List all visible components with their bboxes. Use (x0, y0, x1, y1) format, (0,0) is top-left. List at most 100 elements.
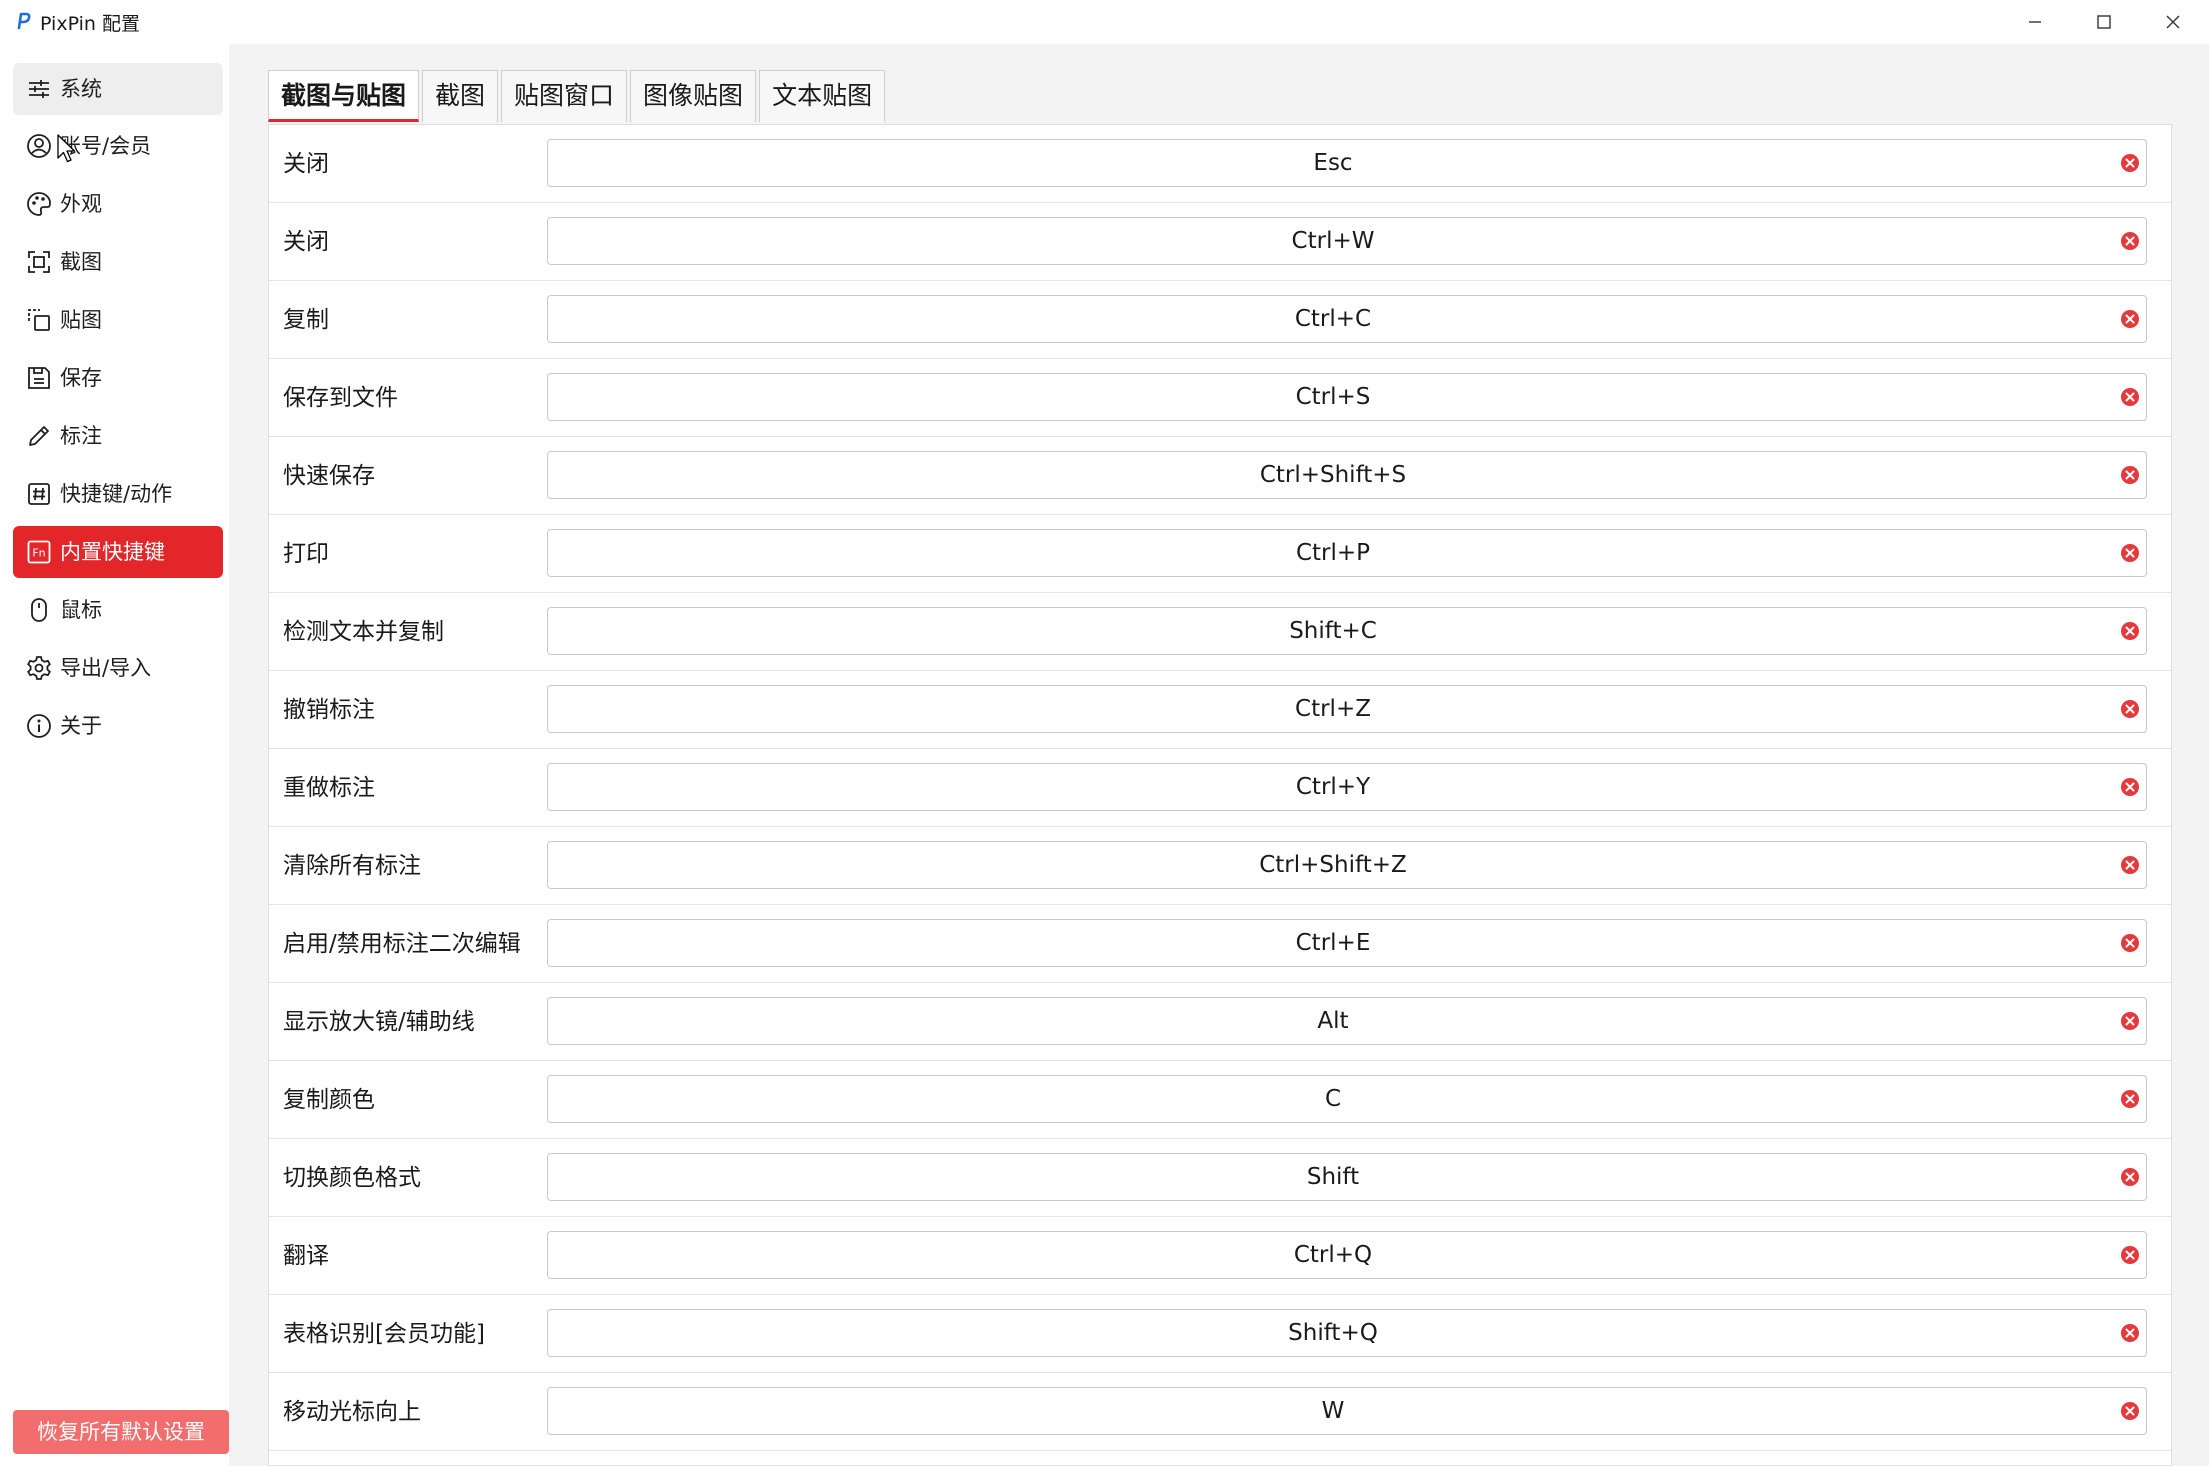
shortcut-label: 清除所有标注 (283, 853, 421, 879)
hotkey-input[interactable]: Shift+C (547, 607, 2147, 655)
clear-hotkey-icon[interactable] (2120, 855, 2140, 875)
shortcut-row: 关闭 Ctrl+W (269, 203, 2171, 281)
sidebar-item-system[interactable]: 系统 (13, 63, 223, 115)
sidebar-item-mouse[interactable]: 鼠标 (13, 584, 223, 636)
clear-hotkey-icon[interactable] (2120, 387, 2140, 407)
sidebar-item-about[interactable]: 关于 (13, 700, 223, 752)
hotkey-input[interactable]: Ctrl+Y (547, 763, 2147, 811)
close-window-button[interactable] (2137, 0, 2209, 44)
shortcut-row: 启用/禁用标注二次编辑 Ctrl+E (269, 905, 2171, 983)
hotkey-input[interactable]: Ctrl+Z (547, 685, 2147, 733)
shortcut-label: 打印 (283, 541, 329, 567)
sidebar-item-label: 关于 (60, 714, 102, 738)
sidebar-item-pin[interactable]: 贴图 (13, 294, 223, 346)
clear-hotkey-icon[interactable] (2120, 1011, 2140, 1031)
tab-image-pin[interactable]: 图像贴图 (630, 70, 757, 122)
clear-hotkey-icon[interactable] (2120, 1089, 2140, 1109)
clear-hotkey-icon[interactable] (2120, 699, 2140, 719)
hotkey-input[interactable]: Shift+Q (547, 1309, 2147, 1357)
window-title: PixPin 配置 (40, 13, 140, 35)
sidebar-item-hotkeys-actions[interactable]: 快捷键/动作 (13, 468, 223, 520)
hotkey-value: Ctrl+E (1295, 930, 1371, 956)
hotkey-input[interactable]: Ctrl+Q (547, 1231, 2147, 1279)
shortcut-row: 快速保存 Ctrl+Shift+S (269, 437, 2171, 515)
sidebar-item-label: 外观 (60, 192, 102, 216)
hotkey-input[interactable]: Ctrl+P (547, 529, 2147, 577)
hotkey-value: Esc (1313, 150, 1353, 176)
hotkey-value: Ctrl+Q (1293, 1242, 1373, 1268)
tab-screenshot[interactable]: 截图 (422, 70, 499, 122)
mouse-cursor-icon (57, 134, 76, 163)
hotkey-value: Shift+Q (1288, 1320, 1378, 1346)
shortcut-label: 重做标注 (283, 775, 375, 801)
hotkey-input[interactable]: Ctrl+S (547, 373, 2147, 421)
sidebar-item-screenshot[interactable]: 截图 (13, 236, 223, 288)
shortcut-row: 移动光标向上 W (269, 1373, 2171, 1451)
shortcut-label: 快速保存 (283, 463, 375, 489)
sidebar-item-account[interactable]: 账号/会员 (13, 120, 223, 172)
minimize-button[interactable] (1999, 0, 2071, 44)
shortcut-label: 显示放大镜/辅助线 (283, 1009, 475, 1035)
clear-hotkey-icon[interactable] (2120, 465, 2140, 485)
hotkey-input[interactable]: Ctrl+Shift+S (547, 451, 2147, 499)
pencil-icon (29, 426, 49, 446)
shortcut-row: 打印 Ctrl+P (269, 515, 2171, 593)
clear-hotkey-icon[interactable] (2120, 153, 2140, 173)
shortcut-row: 关闭 Esc (269, 125, 2171, 203)
shortcut-label: 关闭 (283, 151, 329, 177)
fn-key-icon: Fn (27, 540, 51, 564)
hotkey-value: Shift (1306, 1164, 1360, 1190)
clear-hotkey-icon[interactable] (2120, 777, 2140, 797)
hotkey-input[interactable]: Shift (547, 1153, 2147, 1201)
title-bar: PixPin 配置 (0, 0, 2209, 44)
close-icon (2166, 15, 2180, 29)
shortcut-label: 切换颜色格式 (283, 1165, 421, 1191)
hotkey-value: Shift+C (1289, 618, 1377, 644)
shortcut-row: 复制 Ctrl+C (269, 281, 2171, 359)
clear-hotkey-icon[interactable] (2120, 231, 2140, 251)
shortcut-label: 复制颜色 (283, 1087, 375, 1113)
sidebar-item-save[interactable]: 保存 (13, 352, 223, 404)
user-circle-icon (27, 134, 51, 158)
restore-defaults-button[interactable]: 恢复所有默认设置 (13, 1410, 229, 1454)
hotkey-input[interactable]: Ctrl+C (547, 295, 2147, 343)
clear-hotkey-icon[interactable] (2120, 1323, 2140, 1343)
clear-hotkey-icon[interactable] (2120, 309, 2140, 329)
shortcut-list: 关闭 Esc 关闭 Ctrl+W 复制 Ctrl+C 保存到文件 Ctrl+S 快速保存 Ctrl… (268, 124, 2172, 1466)
clear-hotkey-icon[interactable] (2120, 1167, 2140, 1187)
hotkey-input[interactable]: Ctrl+W (547, 217, 2147, 265)
shortcut-label: 撤销标注 (283, 697, 375, 723)
tab-screenshot-and-pin[interactable]: 截图与贴图 (268, 70, 420, 122)
sidebar-item-builtin-hotkeys[interactable]: Fn 内置快捷键 (13, 526, 223, 578)
hotkey-input[interactable]: C (547, 1075, 2147, 1123)
hotkey-value: Ctrl+W (1291, 228, 1375, 254)
sidebar-item-label: 贴图 (60, 308, 102, 332)
shortcut-label: 表格识别[会员功能] (283, 1321, 485, 1347)
clear-hotkey-icon[interactable] (2120, 1245, 2140, 1265)
sidebar-item-export-import[interactable]: 导出/导入 (13, 642, 223, 694)
shortcut-row: 切换颜色格式 Shift (269, 1139, 2171, 1217)
mouse-icon (31, 598, 47, 622)
hotkey-input[interactable]: Ctrl+E (547, 919, 2147, 967)
tab-bar: 截图与贴图 截图 贴图窗口 图像贴图 文本贴图 (268, 70, 886, 122)
sidebar-item-label: 内置快捷键 (60, 540, 165, 564)
clear-hotkey-icon[interactable] (2120, 1401, 2140, 1421)
hotkey-value: Ctrl+S (1295, 384, 1371, 410)
clear-hotkey-icon[interactable] (2120, 933, 2140, 953)
shortcut-row: 清除所有标注 Ctrl+Shift+Z (269, 827, 2171, 905)
hotkey-value: Ctrl+Shift+S (1259, 462, 1407, 488)
shortcut-row: 撤销标注 Ctrl+Z (269, 671, 2171, 749)
gear-icon (27, 656, 51, 680)
tab-pin-window[interactable]: 贴图窗口 (501, 70, 628, 122)
tab-text-pin[interactable]: 文本贴图 (759, 70, 886, 122)
pixpin-settings-window: PixPin 配置 系统 账号/会员 外观 截图 贴图 保存 标注 快捷键/动作… (0, 0, 2209, 1466)
hotkey-input[interactable]: Ctrl+Shift+Z (547, 841, 2147, 889)
clear-hotkey-icon[interactable] (2120, 543, 2140, 563)
clear-hotkey-icon[interactable] (2120, 621, 2140, 641)
hotkey-input[interactable]: Alt (547, 997, 2147, 1045)
sidebar-item-appearance[interactable]: 外观 (13, 178, 223, 230)
sidebar-item-annotation[interactable]: 标注 (13, 410, 223, 462)
maximize-button[interactable] (2068, 0, 2140, 44)
hotkey-input[interactable]: Esc (547, 139, 2147, 187)
hotkey-input[interactable]: W (547, 1387, 2147, 1435)
